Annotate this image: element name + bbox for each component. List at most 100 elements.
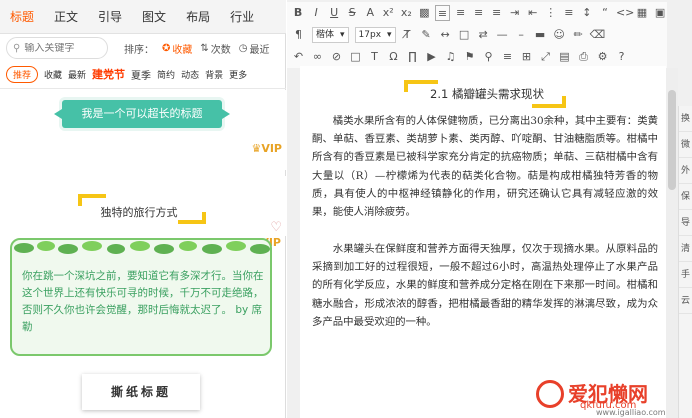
- sidebar-item-6[interactable]: 清: [679, 236, 692, 262]
- leaf-quote: 你在跳一个深坑之前，要知道它有多深才行。当你在这个世界上还有快乐可寻的时候，千万…: [22, 270, 264, 333]
- sidebar-item-5[interactable]: 导: [679, 210, 692, 236]
- toolbar-row-1: B I U S A x² x₂ ▩ ≡ ≡ ≡ ≡ ⇥ ⇤ ⋮ ≡ ↕ “ <>…: [287, 2, 667, 24]
- block-icon[interactable]: ▬: [533, 27, 548, 43]
- settings-icon[interactable]: ⚙: [595, 49, 610, 65]
- letter-spacing-icon[interactable]: ↔: [438, 27, 453, 43]
- sign-icon[interactable]: ∏: [405, 49, 420, 65]
- symbol-icon[interactable]: Ω: [386, 49, 401, 65]
- justify-icon[interactable]: ≡: [490, 5, 504, 21]
- ordered-list-icon[interactable]: ≡: [562, 5, 576, 21]
- table-icon[interactable]: ▦: [635, 5, 649, 21]
- list-icon[interactable]: ⋮: [544, 5, 558, 21]
- template-card-leaf[interactable]: 你在跳一个深坑之前，要知道它有多深才行。当你在这个世界上还有快乐可寻的时候，千万…: [10, 238, 272, 356]
- crown-icon: ♛: [251, 142, 262, 155]
- subscript-icon[interactable]: x₂: [399, 5, 413, 21]
- tab-layout[interactable]: 布局: [176, 0, 220, 34]
- music-icon[interactable]: ♫: [443, 49, 458, 65]
- tab-industry[interactable]: 行业: [220, 0, 264, 34]
- sidebar-item-1[interactable]: 换: [679, 106, 692, 132]
- filter-simple[interactable]: 简约: [157, 68, 175, 81]
- print-icon[interactable]: ⎙: [576, 49, 591, 65]
- scrollbar-thumb[interactable]: [668, 90, 676, 190]
- format-painter-icon[interactable]: ✎: [419, 27, 434, 43]
- highlight-icon[interactable]: ▩: [417, 5, 431, 21]
- editor-window: 标题 正文 引导 图文 布局 行业 ⚲ 排序： ✪ 收藏 ⇅ 次数 ◷ 最近: [0, 0, 692, 418]
- sort-count[interactable]: ⇅ 次数: [200, 41, 230, 56]
- filter-favorites[interactable]: 收藏: [44, 68, 62, 81]
- help-icon[interactable]: ?: [614, 49, 629, 65]
- search-replace-icon[interactable]: ⚲: [481, 49, 496, 65]
- tab-title[interactable]: 标题: [0, 0, 44, 34]
- sort-favorites[interactable]: ✪ 收藏: [162, 41, 192, 56]
- align-right-icon[interactable]: ≡: [472, 5, 486, 21]
- bold-icon[interactable]: B: [291, 5, 305, 21]
- sidebar-item-2[interactable]: 微: [679, 132, 692, 158]
- underline-icon[interactable]: U: [327, 5, 341, 21]
- search-box[interactable]: ⚲: [6, 37, 108, 59]
- filter-summer[interactable]: 夏季: [131, 67, 151, 82]
- filter-latest[interactable]: 最新: [68, 68, 86, 81]
- align-left-icon[interactable]: ≡: [435, 5, 450, 21]
- template-tabs: 标题 正文 引导 图文 布局 行业: [0, 0, 286, 34]
- link-icon[interactable]: ∞: [310, 49, 325, 65]
- select-all-icon[interactable]: □: [348, 49, 363, 65]
- paragraph-1[interactable]: 橘类水果所含有的人体保健物质，已分离出30余种，其中主要有：类黄酮、单萜、香豆素…: [312, 112, 658, 221]
- filter-party-day[interactable]: 建党节: [92, 66, 125, 82]
- superscript-icon[interactable]: x²: [381, 5, 395, 21]
- torn-paper-title[interactable]: 撕纸标题: [82, 374, 200, 410]
- heart-icon[interactable]: ♡: [270, 220, 282, 235]
- text-direction-icon[interactable]: ⇄: [476, 27, 491, 43]
- source-icon[interactable]: ▤: [557, 49, 572, 65]
- sidebar-item-7[interactable]: 手: [679, 262, 692, 288]
- template-card-teal[interactable]: 我是一个可以超长的标题 ♛VIP: [0, 90, 286, 170]
- tab-image-text[interactable]: 图文: [132, 0, 176, 34]
- format-icon[interactable]: T: [367, 49, 382, 65]
- filter-row: 推荐 收藏 最新 建党节 夏季 简约 动态 背景 更多: [0, 64, 286, 84]
- eraser-icon[interactable]: ⌫: [590, 27, 606, 43]
- font-family-select[interactable]: 楷体 ▾: [312, 27, 349, 43]
- line-height-icon[interactable]: ↕: [580, 5, 594, 21]
- quote-icon[interactable]: “: [598, 5, 612, 21]
- video-icon[interactable]: ▶: [424, 49, 439, 65]
- brush-icon[interactable]: ✏: [571, 27, 586, 43]
- sidebar-item-8[interactable]: 云: [679, 288, 692, 314]
- font-size-select[interactable]: 17px ▾: [354, 27, 396, 43]
- sort-count-icon: ⇅: [200, 42, 209, 54]
- tab-guide[interactable]: 引导: [88, 0, 132, 34]
- sidebar-item-3[interactable]: 外: [679, 158, 692, 184]
- strikethrough-icon[interactable]: S: [345, 5, 359, 21]
- undo-icon[interactable]: ↶: [291, 49, 306, 65]
- hyphen-icon[interactable]: –: [514, 27, 529, 43]
- code-icon[interactable]: <>: [616, 5, 634, 21]
- pagebreak-icon[interactable]: ≡: [500, 49, 515, 65]
- filter-dynamic[interactable]: 动态: [181, 68, 199, 81]
- paragraph-2[interactable]: 水果罐头在保鲜度和营养方面得天独厚，仅次于现摘水果。从原料品的采摘到加工好的过程…: [312, 240, 658, 331]
- sidebar-item-4[interactable]: 保: [679, 184, 692, 210]
- chevron-down-icon-2: ▾: [387, 30, 392, 40]
- filter-recommend[interactable]: 推荐: [6, 65, 39, 83]
- vip-badge: ♛VIP: [251, 142, 282, 155]
- template-card-travel[interactable]: 独特的旅行方式 ♡: [0, 176, 286, 236]
- italic-icon[interactable]: I: [309, 5, 323, 21]
- paragraph-icon[interactable]: ¶: [291, 27, 306, 43]
- align-center-icon[interactable]: ≡: [454, 5, 468, 21]
- filter-more[interactable]: 更多: [229, 68, 247, 81]
- tab-body[interactable]: 正文: [44, 0, 88, 34]
- clear-format-icon[interactable]: T̸: [400, 27, 415, 43]
- search-icon: ⚲: [13, 42, 21, 54]
- search-input[interactable]: [24, 42, 105, 54]
- border-icon[interactable]: □: [457, 27, 472, 43]
- emoji-icon[interactable]: ☺: [552, 27, 567, 43]
- sort-recent[interactable]: ◷ 最近: [239, 41, 270, 56]
- horizontal-rule-icon[interactable]: —: [495, 27, 510, 43]
- fullscreen-icon[interactable]: ⤢: [538, 49, 553, 65]
- preview-icon[interactable]: ⊞: [519, 49, 534, 65]
- outdent-icon[interactable]: ⇤: [526, 5, 540, 21]
- unlink-icon[interactable]: ⊘: [329, 49, 344, 65]
- filter-background[interactable]: 背景: [205, 68, 223, 81]
- indent-icon[interactable]: ⇥: [508, 5, 522, 21]
- font-color-icon[interactable]: A: [363, 5, 377, 21]
- map-icon[interactable]: ⚑: [462, 49, 477, 65]
- image-icon[interactable]: ▣: [653, 5, 667, 21]
- document-heading[interactable]: 2.1 橘瓣罐头需求现状: [404, 86, 570, 102]
